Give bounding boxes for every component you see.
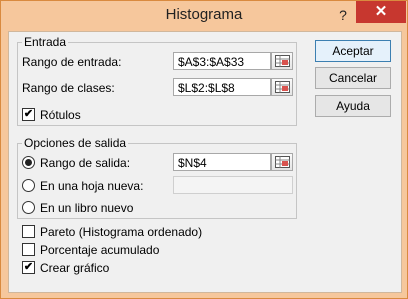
radio-selected-dot [25, 159, 32, 166]
rango-clases-input[interactable]: $L$2:$L$8 [173, 78, 271, 96]
aceptar-button[interactable]: Aceptar [315, 40, 391, 62]
range-select-icon [275, 55, 290, 67]
ayuda-button[interactable]: Ayuda [315, 95, 391, 117]
rango-clases-label: Rango de clases: [22, 81, 115, 95]
range-select-icon [275, 81, 290, 93]
cancelar-button[interactable]: Cancelar [315, 67, 391, 89]
rotulos-checkbox[interactable]: ✔ [22, 108, 35, 121]
rango-salida-label[interactable]: Rango de salida: [40, 156, 130, 170]
libro-nuevo-radio[interactable] [22, 201, 35, 214]
porcentaje-checkbox[interactable] [22, 243, 35, 256]
hoja-nueva-label[interactable]: En una hoja nueva: [40, 179, 143, 193]
rango-entrada-ref-button[interactable] [271, 52, 293, 70]
histograma-dialog: Histograma ? ✕ Entrada Rango de entrada:… [0, 0, 408, 299]
entrada-legend: Entrada [24, 35, 67, 49]
dialog-body: Entrada Rango de entrada: $A$3:$A$33 Ran… [8, 31, 402, 293]
hoja-nueva-input[interactable] [173, 176, 293, 194]
hoja-nueva-radio[interactable] [22, 179, 35, 192]
pareto-label[interactable]: Pareto (Histograma ordenado) [40, 225, 202, 239]
close-button[interactable]: ✕ [356, 1, 406, 23]
pareto-checkbox[interactable] [22, 225, 35, 238]
help-icon[interactable]: ? [331, 5, 355, 25]
rango-salida-radio[interactable] [22, 156, 35, 169]
opciones-salida-legend: Opciones de salida [24, 136, 127, 150]
grafico-label[interactable]: Crear gráfico [40, 261, 109, 275]
rango-entrada-label: Rango de entrada: [22, 55, 122, 69]
libro-nuevo-label[interactable]: En un libro nuevo [40, 201, 133, 215]
rango-entrada-input[interactable]: $A$3:$A$33 [173, 52, 271, 70]
porcentaje-label[interactable]: Porcentaje acumulado [40, 243, 159, 257]
rango-salida-ref-button[interactable] [271, 153, 293, 171]
rango-clases-ref-button[interactable] [271, 78, 293, 96]
rango-salida-input[interactable]: $N$4 [173, 153, 271, 171]
grafico-checkbox[interactable]: ✔ [22, 261, 35, 274]
title-bar[interactable]: Histograma ? ✕ [1, 1, 407, 31]
rotulos-label[interactable]: Rótulos [40, 108, 81, 122]
range-select-icon [275, 156, 290, 168]
